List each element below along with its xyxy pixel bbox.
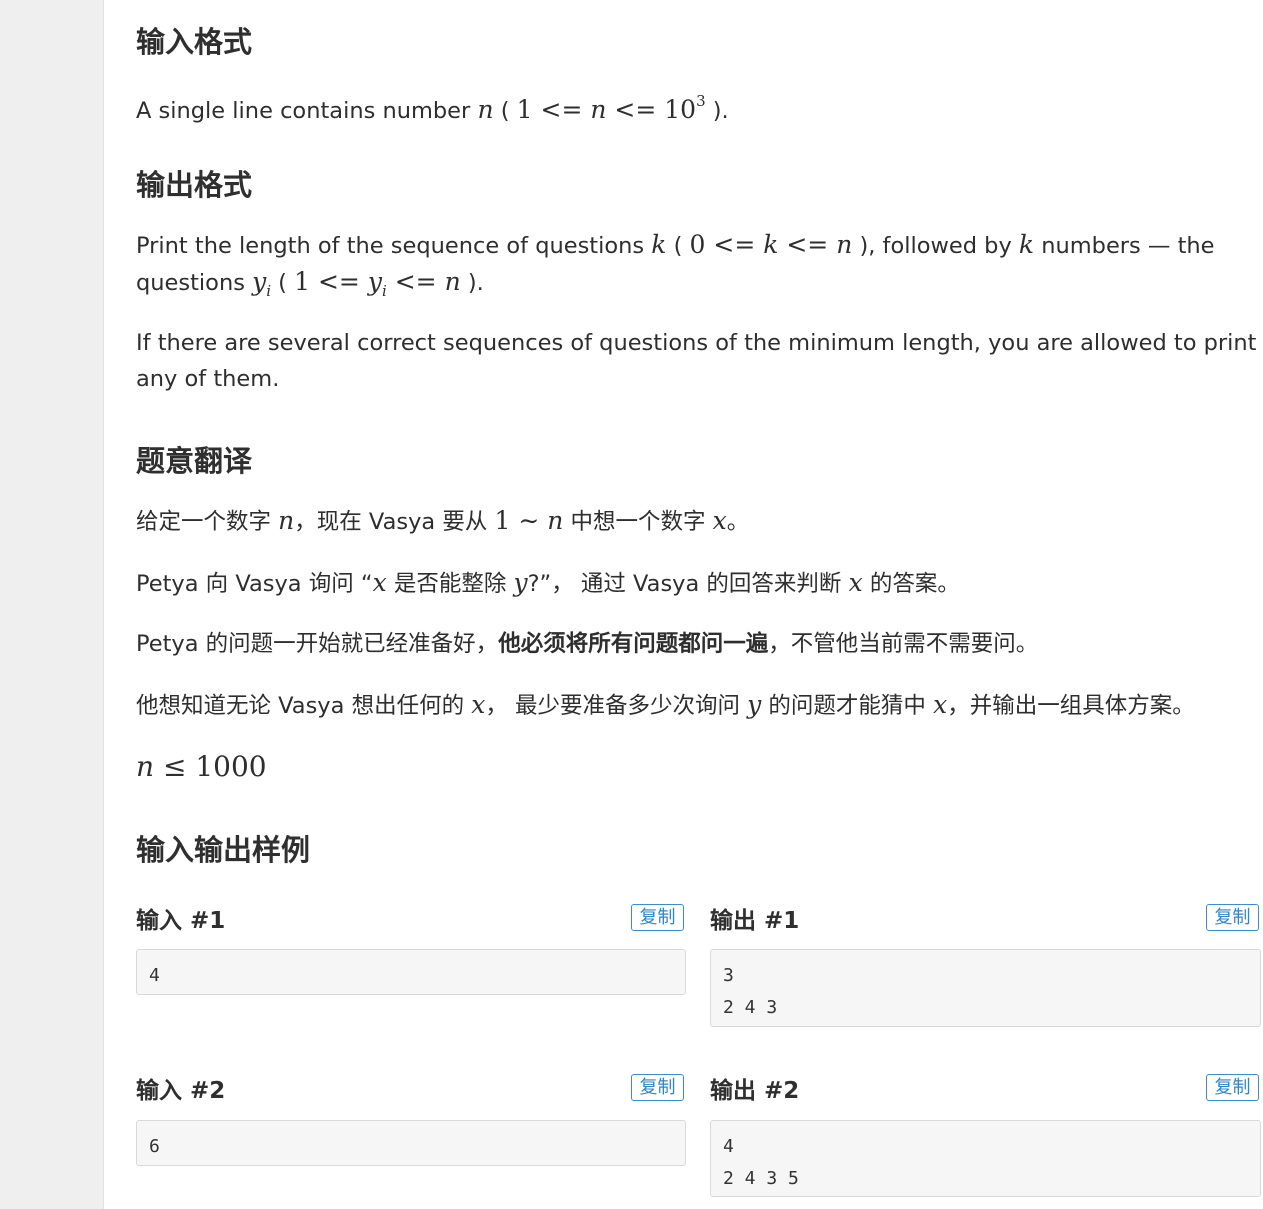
translation-heading: 题意翻译 [136, 444, 253, 478]
math-op: ∼ [510, 506, 548, 535]
math-num: 10 [664, 95, 697, 124]
math-var: y [252, 267, 267, 296]
math-num: 1 [494, 506, 511, 535]
math-op: <= [705, 230, 764, 259]
input-format-text: A single line contains number n ( 1 <= n… [136, 83, 1256, 130]
translation-p4: 他想知道无论 Vasya 想出任何的 x， 最少要准备多少次询问 y 的问题才能… [136, 686, 1256, 725]
text-segment: ). [705, 98, 729, 124]
text-segment: 的答案。 [862, 571, 960, 597]
sample-1-output-box: 3 2 4 3 [710, 949, 1261, 1027]
math-var: y [513, 568, 528, 597]
math-var: x [372, 568, 387, 597]
math-var: n [444, 267, 461, 296]
text-segment: ( [666, 233, 690, 259]
text-segment: ，不管他当前需不需要问。 [768, 631, 1039, 657]
text-segment: 的问题才能猜中 [761, 693, 934, 719]
output-format-heading: 输出格式 [136, 168, 253, 202]
math-op: <= [778, 230, 837, 259]
math-var: n [836, 230, 853, 259]
math-num: 1 [516, 95, 533, 124]
output-format-para2-line2: any of them. [136, 366, 280, 392]
translation-p5: n ≤ 1000 [136, 748, 1256, 788]
math-num: 1 [294, 267, 311, 296]
math-var: n [278, 506, 295, 535]
text-segment: 中想一个数字 [563, 509, 713, 535]
copy-output-1-button[interactable]: 复制 [1206, 904, 1259, 931]
translation-p2: Petya 向 Vasya 询问 “x 是否能整除 y?”， 通过 Vasya … [136, 564, 1256, 603]
sample-1-output-title: 输出 #1 [710, 908, 800, 934]
math-var: x [848, 568, 863, 597]
translation-p1: 给定一个数字 n，现在 Vasya 要从 1 ∼ n 中想一个数字 x。 [136, 502, 1256, 541]
sample-1-input-title: 输入 #1 [136, 908, 226, 934]
bold-text: 他必须将所有问题都问一遍 [498, 631, 769, 657]
text-segment: ), followed by [852, 233, 1019, 259]
translation-p3: Petya 的问题一开始就已经准备好，他必须将所有问题都问一遍，不管他当前需不需… [136, 626, 1256, 663]
math-var: y [747, 690, 762, 719]
math-var: n [590, 95, 607, 124]
text-segment: 给定一个数字 [136, 509, 279, 535]
math-num: 0 [689, 230, 706, 259]
text-segment: Petya 的问题一开始就已经准备好， [136, 631, 499, 657]
text-segment: A single line contains number [136, 98, 478, 124]
math-op: <= [386, 267, 445, 296]
text-segment: ( [493, 98, 517, 124]
text-segment: ，现在 Vasya 要从 [294, 509, 495, 535]
text-segment: Print the length of the sequence of ques… [136, 233, 652, 259]
text-segment: ，并输出一组具体方案。 [947, 693, 1195, 719]
text-segment: ). [460, 270, 484, 296]
sample-2-output-title: 输出 #2 [710, 1078, 800, 1104]
copy-input-1-button[interactable]: 复制 [631, 904, 684, 931]
math-var: n [136, 750, 155, 783]
output-format-para2-line1: If there are several correct sequences o… [136, 330, 1257, 356]
math-var: k [1018, 230, 1035, 259]
math-var: n [547, 506, 564, 535]
sample-2-input-box: 6 [136, 1120, 686, 1166]
text-segment: 是否能整除 [386, 571, 514, 597]
text-segment: Petya 向 Vasya 询问 “ [136, 571, 373, 597]
left-sidebar [0, 0, 104, 1209]
math-var: k [651, 230, 667, 259]
text-segment: ， 最少要准备多少次询问 [485, 693, 748, 719]
output-format-line2: questions yi ( 1 <= yi <= n ). [136, 263, 1256, 310]
math-op: <= [532, 95, 591, 124]
math-var: k [763, 230, 779, 259]
math-var: x [933, 690, 948, 719]
copy-input-2-button[interactable]: 复制 [631, 1074, 684, 1101]
samples-heading: 输入输出样例 [136, 833, 311, 867]
copy-output-2-button[interactable]: 复制 [1206, 1074, 1259, 1101]
math-num: 1000 [195, 750, 267, 783]
text-segment: numbers — the [1034, 233, 1215, 259]
math-var: x [712, 506, 727, 535]
sample-2-output-box: 4 2 4 3 5 [710, 1120, 1261, 1197]
sample-2-input-title: 输入 #2 [136, 1078, 226, 1104]
math-op: <= [606, 95, 665, 124]
output-format-line1: Print the length of the sequence of ques… [136, 226, 1256, 265]
text-segment: ( [271, 270, 295, 296]
math-op: <= [310, 267, 368, 296]
math-exponent: 3 [696, 92, 706, 110]
math-op: ≤ [154, 750, 196, 783]
text-segment: 。 [726, 509, 750, 535]
sample-1-input-box: 4 [136, 949, 686, 995]
text-segment: 他想知道无论 Vasya 想出任何的 [136, 693, 472, 719]
math-var: y [367, 267, 382, 296]
math-var: n [477, 95, 494, 124]
text-segment: questions [136, 270, 253, 296]
math-var: x [471, 690, 486, 719]
input-format-heading: 输入格式 [136, 25, 253, 59]
text-segment: ?”， 通过 Vasya 的回答来判断 [527, 571, 849, 597]
